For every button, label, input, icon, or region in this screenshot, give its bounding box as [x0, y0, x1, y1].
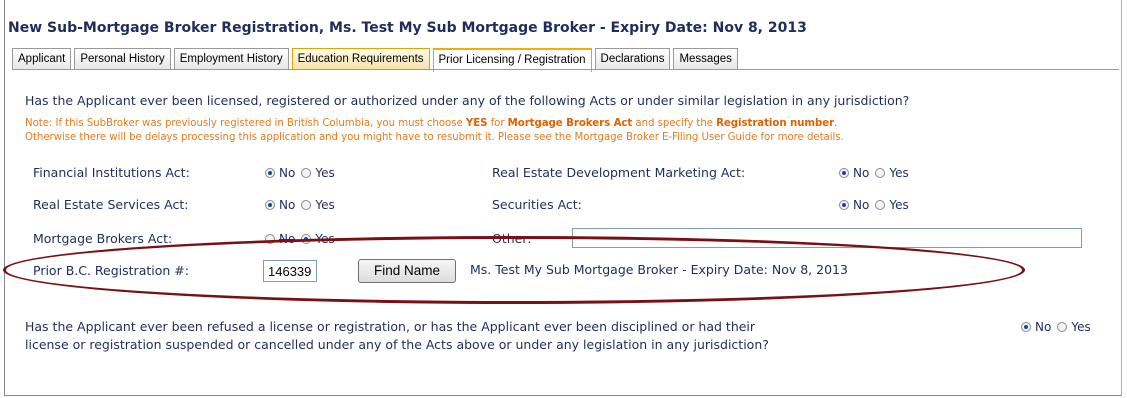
- tab-applicant[interactable]: Applicant: [12, 48, 72, 70]
- real-estate-development-yes-radio[interactable]: [875, 168, 886, 178]
- real-estate-services-act-label: Real Estate Services Act:: [33, 197, 189, 212]
- tab-education-requirements[interactable]: Education Requirements: [291, 48, 430, 70]
- financial-institutions-yes-radio[interactable]: [301, 168, 312, 178]
- other-act-label: Other:: [492, 231, 532, 246]
- real-estate-services-yes-radio[interactable]: [301, 200, 312, 210]
- licensing-question: Has the Applicant ever been licensed, re…: [25, 93, 910, 108]
- mortgage-brokers-no-radio[interactable]: [265, 234, 275, 244]
- real-estate-development-radios: No Yes: [839, 166, 915, 180]
- securities-act-radios: No Yes: [839, 198, 915, 212]
- tab-personal-history[interactable]: Personal History: [74, 48, 171, 70]
- securities-act-label: Securities Act:: [492, 197, 582, 212]
- prior-registration-input[interactable]: [263, 260, 317, 282]
- find-name-button[interactable]: Find Name: [358, 259, 456, 283]
- real-estate-development-marketing-act-label: Real Estate Development Marketing Act:: [492, 165, 746, 180]
- other-act-input[interactable]: [572, 228, 1082, 248]
- tab-divider: [12, 69, 1119, 70]
- refused-question: Has the Applicant ever been refused a li…: [25, 319, 769, 352]
- financial-institutions-act-label: Financial Institutions Act:: [33, 165, 190, 180]
- refused-yes-radio[interactable]: [1057, 322, 1068, 332]
- registration-lookup-result: Ms. Test My Sub Mortgage Broker - Expiry…: [470, 262, 848, 277]
- page-title: New Sub-Mortgage Broker Registration, Ms…: [8, 20, 807, 36]
- real-estate-services-no-radio[interactable]: [265, 200, 275, 210]
- registration-note: Note: If this SubBroker was previously r…: [25, 118, 844, 143]
- refused-radios: No Yes: [1021, 320, 1097, 334]
- tab-employment-history[interactable]: Employment History: [173, 48, 289, 70]
- mortgage-brokers-yes-radio[interactable]: [301, 234, 312, 244]
- mortgage-brokers-act-label: Mortgage Brokers Act:: [33, 231, 173, 246]
- mortgage-brokers-radios: No Yes: [265, 232, 341, 246]
- securities-yes-radio[interactable]: [875, 200, 886, 210]
- financial-institutions-no-radio[interactable]: [265, 168, 275, 178]
- financial-institutions-act-radios: No Yes: [265, 166, 341, 180]
- real-estate-development-no-radio[interactable]: [839, 168, 849, 178]
- real-estate-services-radios: No Yes: [265, 198, 341, 212]
- tab-messages[interactable]: Messages: [673, 48, 738, 70]
- refused-no-radio[interactable]: [1021, 322, 1031, 332]
- prior-registration-label: Prior B.C. Registration #:: [33, 263, 189, 278]
- tab-declarations[interactable]: Declarations: [594, 48, 671, 70]
- securities-no-radio[interactable]: [839, 200, 849, 210]
